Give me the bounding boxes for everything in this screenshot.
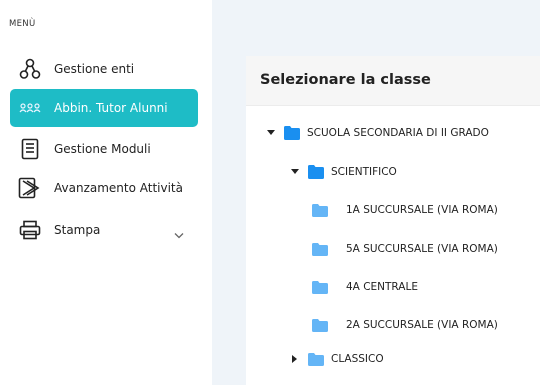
sidebar-item-label: Stampa [54,223,101,237]
tree-node-label: 1A SUCCURSALE (VIA ROMA) [346,204,498,216]
users-group-icon [18,96,42,120]
folder-icon [312,242,328,256]
folder-icon [312,318,328,332]
tree-node-label: 5A SUCCURSALE (VIA ROMA) [346,243,498,255]
tree-node-label: 4A CENTRALE [346,281,418,293]
document-icon [18,137,42,161]
panel-header: Selezionare la classe [246,56,540,106]
folder-icon [308,165,324,179]
panel-title: Selezionare la classe [260,72,431,88]
caret-down-icon[interactable] [290,167,300,177]
sidebar-item-avanzamento-attivita[interactable]: Avanzamento Attività [10,169,198,207]
folder-icon [312,203,328,217]
caret-down-icon[interactable] [266,128,276,138]
class-selection-panel: Selezionare la classe SCUOLA SECONDARIA … [246,56,540,385]
tree-node-class[interactable]: 5A SUCCURSALE (VIA ROMA) [312,239,498,259]
progress-arrow-icon [18,176,42,200]
folder-icon [284,126,300,140]
tree-node-label: SCIENTIFICO [331,166,397,178]
tree-node-scientifico[interactable]: SCIENTIFICO [290,162,397,182]
tree-node-class[interactable]: 1A SUCCURSALE (VIA ROMA) [312,200,498,220]
tree-node-label: 2A SUCCURSALE (VIA ROMA) [346,319,498,331]
tree-node-class[interactable]: 2A SUCCURSALE (VIA ROMA) [312,315,498,335]
tree-node-label: CLASSICO [331,353,384,365]
chevron-down-icon[interactable] [174,224,184,243]
sidebar-item-label: Abbin. Tutor Alunni [54,101,168,115]
org-structure-icon [18,57,42,81]
menu-caption: MENÙ [9,19,36,29]
tree-node-classico[interactable]: CLASSICO [290,349,384,369]
sidebar-item-gestione-moduli[interactable]: Gestione Moduli [10,130,198,168]
tree-node-class[interactable]: 4A CENTRALE [312,277,418,297]
sidebar-item-label: Gestione enti [54,62,135,76]
sidebar: MENÙ Gestione enti Abbin. Tutor Alunni G… [0,0,212,385]
tree-node-label: SCUOLA SECONDARIA DI II GRADO [307,127,489,139]
folder-icon [312,280,328,294]
caret-right-icon[interactable] [290,354,300,364]
sidebar-item-stampa[interactable]: Stampa [10,211,198,249]
folder-icon [308,352,324,366]
tree-node-root[interactable]: SCUOLA SECONDARIA DI II GRADO [266,123,489,143]
sidebar-item-label: Gestione Moduli [54,142,151,156]
sidebar-item-abbin-tutor-alunni[interactable]: Abbin. Tutor Alunni [10,89,198,127]
sidebar-item-label: Avanzamento Attività [54,181,183,195]
printer-icon [18,218,42,242]
sidebar-item-gestione-enti[interactable]: Gestione enti [10,50,198,88]
